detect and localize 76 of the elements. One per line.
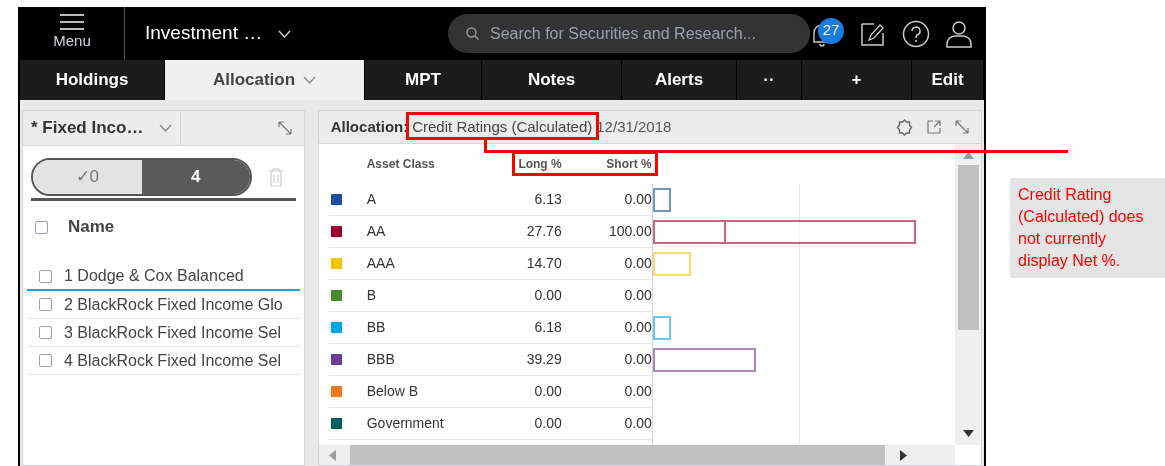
popout-icon[interactable] [927,120,941,134]
fund-name: 1 Dodge & Cox Balanced [64,266,244,286]
notification-badge: 27 [818,17,844,44]
chart-bar [652,188,671,212]
select-all-checkbox[interactable] [35,220,48,234]
table-cell-text: Government [366,414,445,433]
scrollbar-thumb[interactable] [957,165,979,330]
table-cell-text: 6.18 [533,318,562,337]
expand-icon[interactable] [277,121,292,135]
table-cell-text: 0.00 [623,190,652,209]
scroll-right-icon[interactable] [899,449,907,461]
checkbox[interactable] [39,298,52,311]
vertical-scrollbar[interactable] [955,144,981,445]
view-dropdown[interactable]: Credit Ratings (Calculated) [412,115,593,139]
callout-note: Credit Rating (Calculated) does not currently display Net %. [1010,178,1165,278]
fund-name: 4 BlackRock Fixed Income Sel [64,350,281,371]
table-cell-text: 0.00 [623,318,652,337]
toggle-option[interactable]: 4 [141,160,250,194]
checkbox[interactable] [39,269,52,283]
chart-bar [652,316,671,340]
scrollbar-thumb[interactable] [349,445,885,465]
search-icon [466,27,479,40]
table-cell-text: 6.13 [533,190,562,209]
table-cell-text: BBB [366,350,396,369]
table-cell-text: 0.00 [533,286,562,305]
table-cell-text: 14.70 [525,254,562,273]
column-header: Long % [517,156,562,173]
scroll-left-icon[interactable] [328,449,336,461]
fund-name: 2 BlackRock Fixed Income Glo [64,294,283,315]
table-cell-text: 0.00 [623,414,652,433]
tab[interactable]: Allocation [165,60,365,100]
user-icon[interactable] [946,19,972,48]
column-header: Short % [605,156,652,173]
help-icon[interactable] [902,19,930,48]
fund-row[interactable]: 1 Dodge & Cox Balanced [27,263,300,291]
fund-row[interactable]: 3 BlackRock Fixed Income Sel [27,319,300,347]
expand-icon[interactable] [955,120,969,134]
table-cell-text: 0.00 [533,382,562,401]
column-header: Name [68,216,115,239]
fund-name: 3 BlackRock Fixed Income Sel [64,322,281,343]
fund-row[interactable]: 4 BlackRock Fixed Income Sel [27,347,300,375]
chevron-down-icon [303,76,317,84]
edit-note-icon[interactable] [860,20,886,47]
table-cell-text: 39.29 [525,350,562,369]
chart-bar [652,252,692,276]
table-cell-text: 27.76 [525,222,562,241]
table-cell-text: Below B [366,382,420,401]
table-cell-text: AAA [366,254,396,273]
table-cell-text: 0.00 [623,350,652,369]
table-cell-text: 0.00 [623,382,652,401]
table-cell-text: A [366,190,378,209]
workspace-dropdown[interactable]: Investment … [145,19,415,48]
table-cell-text: BB [366,318,387,337]
horizontal-scrollbar[interactable] [318,445,955,465]
table-cell-text: 0.00 [623,286,652,305]
table-cell-text: AA [366,222,387,241]
notifications-button[interactable]: 27 [810,17,844,50]
chevron-down-icon [159,124,172,132]
trash-icon[interactable] [268,167,284,187]
panel-title: Allocation: [330,116,409,137]
as-of-date: 12/31/2018 [596,116,672,137]
scroll-up-icon[interactable] [962,152,974,159]
column-header: Asset Class [366,156,436,173]
table-cell-text: 0.00 [533,414,562,433]
menu-icon [60,14,84,31]
scroll-down-icon[interactable] [962,430,974,437]
table-cell-text: B [366,286,378,305]
checkbox[interactable] [39,326,52,339]
table-cell-text: 0.00 [623,254,652,273]
search-field[interactable]: Search for Securities and Research... [448,14,810,53]
toggle-option[interactable]: ✓0 [33,160,142,194]
checkbox[interactable] [39,354,52,367]
chevron-down-icon [278,29,292,38]
fund-row[interactable]: 2 BlackRock Fixed Income Glo [27,291,300,319]
settings-icon[interactable] [896,118,913,136]
table-cell-text: 100.00 [607,222,652,241]
